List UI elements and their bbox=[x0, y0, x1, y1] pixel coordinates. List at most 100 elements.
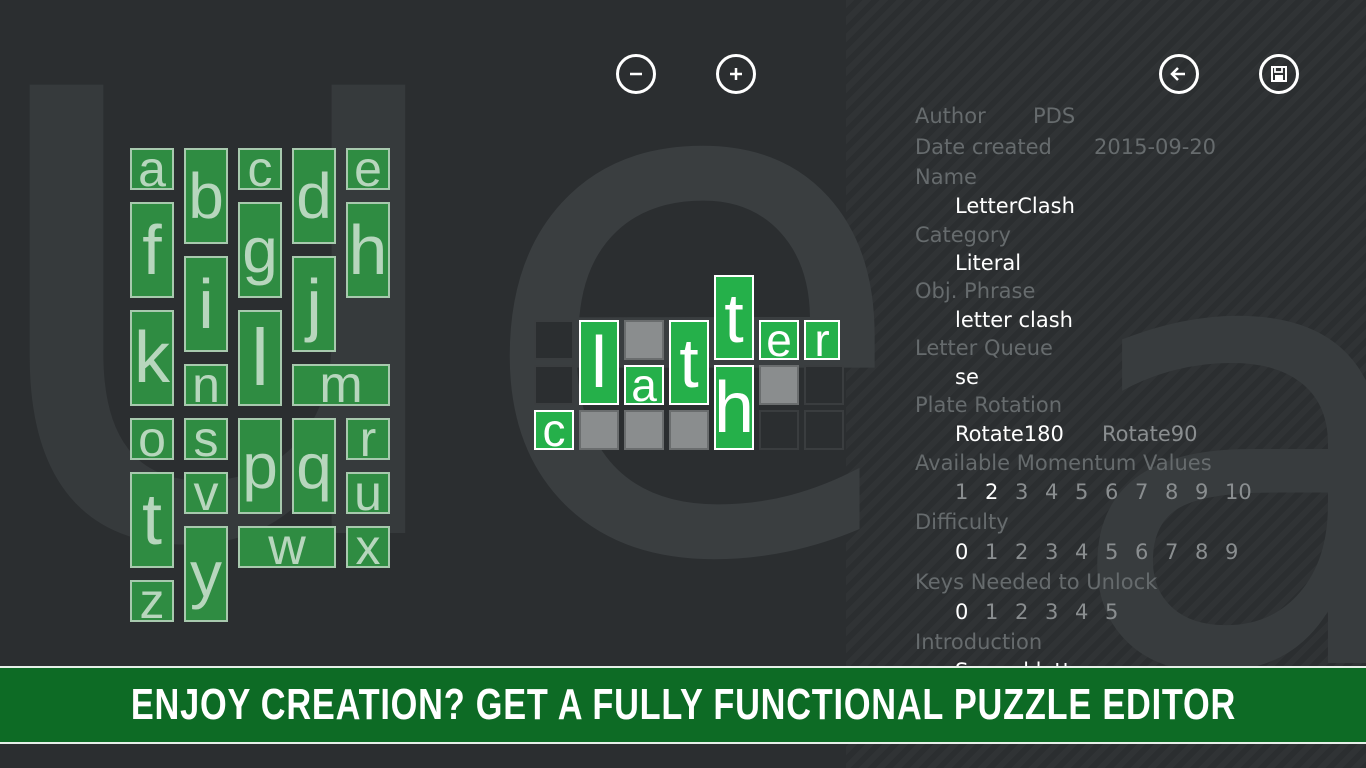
phrase-field[interactable]: letter clash bbox=[955, 308, 1073, 332]
rotation-option-180[interactable]: Rotate180 bbox=[955, 422, 1064, 446]
tile-letter: d bbox=[296, 160, 332, 232]
momentum-option[interactable]: 1 bbox=[955, 480, 968, 504]
keys-option[interactable]: 3 bbox=[1045, 600, 1058, 624]
palette-tile-c[interactable]: c bbox=[238, 148, 282, 190]
tile-letter: h bbox=[348, 211, 388, 289]
grid-cell[interactable] bbox=[759, 365, 799, 405]
palette-tile-s[interactable]: s bbox=[184, 418, 228, 460]
palette-tile-y[interactable]: y bbox=[184, 526, 228, 622]
grid-cell[interactable] bbox=[534, 320, 574, 360]
palette-tile-k[interactable]: k bbox=[130, 310, 174, 406]
grid-cell[interactable] bbox=[579, 410, 619, 450]
keys-option[interactable]: 4 bbox=[1075, 600, 1088, 624]
rotation-option-90[interactable]: Rotate90 bbox=[1102, 422, 1197, 446]
phrase-label: Obj. Phrase bbox=[915, 279, 1036, 303]
difficulty-option[interactable]: 4 bbox=[1075, 540, 1088, 564]
name-field[interactable]: LetterClash bbox=[955, 194, 1075, 218]
tile-letter: y bbox=[190, 538, 222, 610]
puzzle-tile-t[interactable]: t bbox=[669, 320, 709, 405]
palette-tile-v[interactable]: v bbox=[184, 472, 228, 514]
momentum-option[interactable]: 6 bbox=[1105, 480, 1118, 504]
difficulty-option[interactable]: 3 bbox=[1045, 540, 1058, 564]
palette-tile-x[interactable]: x bbox=[346, 526, 390, 568]
palette-tile-r[interactable]: r bbox=[346, 418, 390, 460]
keys-option[interactable]: 0 bbox=[955, 600, 968, 624]
momentum-option[interactable]: 2 bbox=[985, 480, 998, 504]
palette-tile-i[interactable]: i bbox=[184, 256, 228, 352]
puzzle-tile-r[interactable]: r bbox=[804, 320, 840, 360]
category-field[interactable]: Literal bbox=[955, 251, 1021, 275]
palette-tile-m[interactable]: m bbox=[292, 364, 390, 406]
grid-cell[interactable] bbox=[804, 365, 844, 405]
palette-tile-d[interactable]: d bbox=[292, 148, 336, 244]
author-label: Author bbox=[915, 104, 986, 128]
difficulty-option[interactable]: 9 bbox=[1225, 540, 1238, 564]
difficulty-option[interactable]: 2 bbox=[1015, 540, 1028, 564]
promo-banner[interactable]: ENJOY CREATION? GET A FULLY FUNCTIONAL P… bbox=[0, 666, 1366, 744]
keys-option[interactable]: 5 bbox=[1105, 600, 1118, 624]
grid-cell[interactable] bbox=[534, 365, 574, 405]
palette-tile-q[interactable]: q bbox=[292, 418, 336, 514]
momentum-option[interactable]: 3 bbox=[1015, 480, 1028, 504]
zoom-out-button[interactable] bbox=[616, 54, 656, 94]
palette-tile-t[interactable]: t bbox=[130, 472, 174, 568]
keys-option[interactable]: 1 bbox=[985, 600, 998, 624]
date-created-value: 2015-09-20 bbox=[1094, 135, 1217, 159]
momentum-option[interactable]: 5 bbox=[1075, 480, 1088, 504]
momentum-option[interactable]: 10 bbox=[1225, 480, 1252, 504]
tile-letter: b bbox=[188, 160, 224, 232]
tile-letter: q bbox=[296, 430, 332, 502]
grid-cell[interactable] bbox=[804, 410, 844, 450]
palette-tile-n[interactable]: n bbox=[184, 364, 228, 406]
momentum-option[interactable]: 4 bbox=[1045, 480, 1058, 504]
difficulty-option[interactable]: 7 bbox=[1165, 540, 1178, 564]
tile-letter: a bbox=[631, 365, 657, 405]
momentum-option[interactable]: 7 bbox=[1135, 480, 1148, 504]
tile-letter: k bbox=[134, 318, 170, 398]
momentum-option[interactable]: 8 bbox=[1165, 480, 1178, 504]
palette-tile-l[interactable]: l bbox=[238, 310, 282, 406]
tile-letter: h bbox=[714, 367, 754, 448]
palette-tile-f[interactable]: f bbox=[130, 202, 174, 298]
tile-letter: x bbox=[355, 526, 381, 568]
palette-tile-a[interactable]: a bbox=[130, 148, 174, 190]
difficulty-option[interactable]: 5 bbox=[1105, 540, 1118, 564]
palette-tile-u[interactable]: u bbox=[346, 472, 390, 514]
save-button[interactable] bbox=[1259, 54, 1299, 94]
palette-tile-g[interactable]: g bbox=[238, 202, 282, 298]
palette-tile-z[interactable]: z bbox=[130, 580, 174, 622]
tile-letter: r bbox=[359, 418, 377, 460]
palette-tile-w[interactable]: w bbox=[238, 526, 336, 568]
keys-option[interactable]: 2 bbox=[1015, 600, 1028, 624]
puzzle-tile-t[interactable]: t bbox=[714, 275, 754, 360]
tile-letter: t bbox=[141, 480, 162, 560]
tile-letter: l bbox=[251, 313, 269, 402]
puzzle-tile-e[interactable]: e bbox=[759, 320, 799, 360]
difficulty-option[interactable]: 1 bbox=[985, 540, 998, 564]
grid-cell[interactable] bbox=[669, 410, 709, 450]
back-button[interactable] bbox=[1159, 54, 1199, 94]
puzzle-tile-c[interactable]: c bbox=[534, 410, 574, 450]
grid-cell[interactable] bbox=[624, 410, 664, 450]
palette-tile-e[interactable]: e bbox=[346, 148, 390, 190]
difficulty-option[interactable]: 8 bbox=[1195, 540, 1208, 564]
tile-letter: t bbox=[724, 278, 744, 357]
letter-queue-label: Letter Queue bbox=[915, 336, 1053, 360]
puzzle-tile-h[interactable]: h bbox=[714, 365, 754, 450]
palette-tile-j[interactable]: j bbox=[292, 256, 336, 352]
palette-tile-h[interactable]: h bbox=[346, 202, 390, 298]
palette-tile-o[interactable]: o bbox=[130, 418, 174, 460]
puzzle-tile-l[interactable]: l bbox=[579, 320, 619, 405]
grid-cell[interactable] bbox=[624, 320, 664, 360]
difficulty-option[interactable]: 0 bbox=[955, 540, 968, 564]
difficulty-option[interactable]: 6 bbox=[1135, 540, 1148, 564]
puzzle-tile-a[interactable]: a bbox=[624, 365, 664, 405]
letter-queue-field[interactable]: se bbox=[955, 365, 979, 389]
momentum-option[interactable]: 9 bbox=[1195, 480, 1208, 504]
grid-cell[interactable] bbox=[759, 410, 799, 450]
zoom-in-button[interactable] bbox=[716, 54, 756, 94]
palette-tile-b[interactable]: b bbox=[184, 148, 228, 244]
plus-circle-icon bbox=[730, 68, 742, 80]
palette-tile-p[interactable]: p bbox=[238, 418, 282, 514]
difficulty-label: Difficulty bbox=[915, 510, 1009, 534]
